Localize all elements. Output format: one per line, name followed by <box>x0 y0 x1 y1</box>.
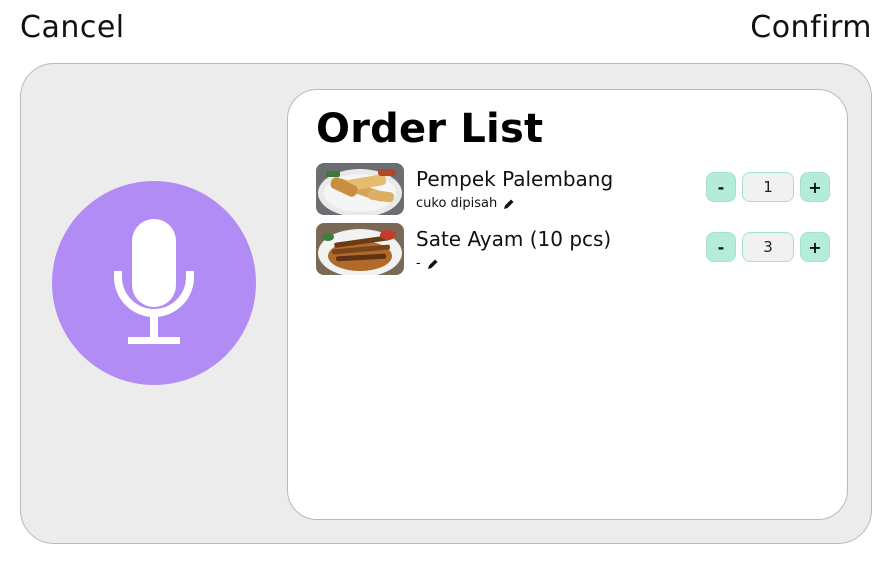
item-note-text: - <box>416 256 421 271</box>
quantity-stepper: - + <box>706 232 830 262</box>
decrement-button[interactable]: - <box>706 232 736 262</box>
cancel-button[interactable]: Cancel <box>20 10 125 45</box>
microphone-icon <box>114 219 194 344</box>
order-item: Sate Ayam (10 pcs) - - + <box>316 223 830 277</box>
increment-button[interactable]: + <box>800 232 830 262</box>
edit-note-pencil-icon[interactable] <box>427 258 439 270</box>
pempek-image <box>316 163 404 215</box>
item-name: Sate Ayam (10 pcs) <box>416 227 612 251</box>
item-note-text: cuko dipisah <box>416 196 498 211</box>
confirm-button[interactable]: Confirm <box>750 10 872 45</box>
item-note: - <box>416 256 439 271</box>
edit-note-pencil-icon[interactable] <box>503 198 515 210</box>
quantity-stepper: - + <box>706 172 830 202</box>
quantity-field[interactable] <box>742 232 794 262</box>
item-note: cuko dipisah <box>416 196 515 211</box>
order-list-title: Order List <box>316 106 544 152</box>
voice-input-button[interactable] <box>52 181 256 385</box>
increment-button[interactable]: + <box>800 172 830 202</box>
sate-image <box>316 223 404 275</box>
order-item: Pempek Palembang cuko dipisah - + <box>316 163 830 217</box>
quantity-field[interactable] <box>742 172 794 202</box>
item-name: Pempek Palembang <box>416 167 614 191</box>
decrement-button[interactable]: - <box>706 172 736 202</box>
order-list-card: Order List Pempek Palembang cuko dipisah <box>287 89 848 520</box>
